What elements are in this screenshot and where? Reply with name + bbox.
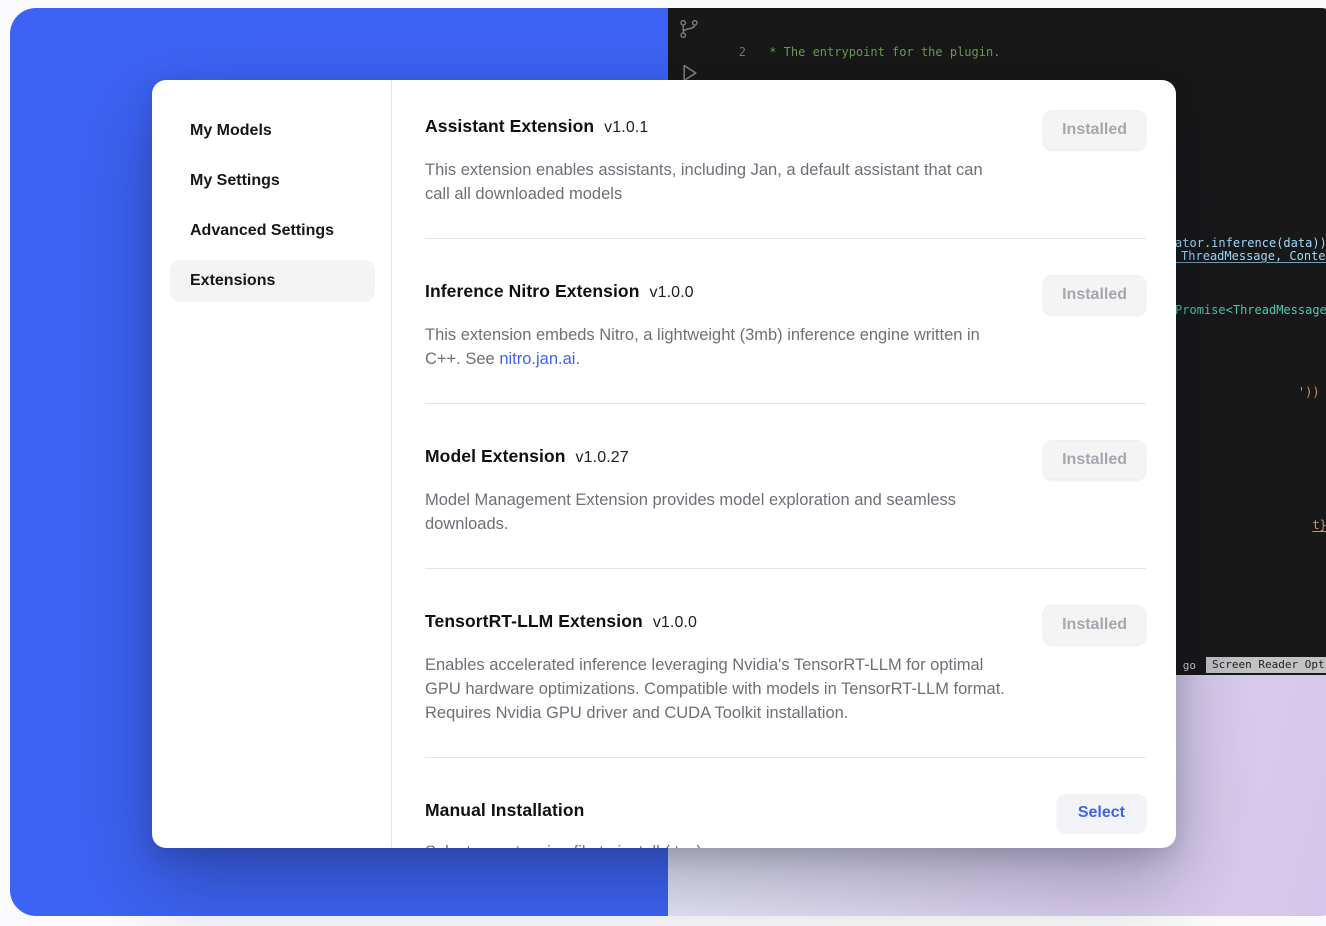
code-text: * The entrypoint for the plugin.	[762, 44, 1000, 61]
extension-version: v1.0.0	[653, 614, 697, 631]
row-divider	[425, 238, 1146, 239]
extension-description: This extension enables assistants, inclu…	[425, 158, 1005, 206]
extensions-panel: Assistant Extension v1.0.1 Installed This…	[392, 80, 1176, 848]
manual-installation-description: Select an extension file to install (.tg…	[425, 840, 1005, 848]
installed-button[interactable]: Installed	[1043, 110, 1146, 150]
sidebar-item-advanced-settings[interactable]: Advanced Settings	[170, 210, 375, 252]
screen-reader-badge: Screen Reader Optimized	[1206, 657, 1326, 673]
extension-version: v1.0.0	[650, 284, 694, 301]
extension-title: TensortRT-LLM Extension v1.0.0	[425, 605, 697, 632]
extension-description: Model Management Extension provides mode…	[425, 488, 1005, 536]
extension-row: Assistant Extension v1.0.1 Installed This…	[425, 110, 1146, 206]
row-divider	[425, 757, 1146, 758]
line-number: 2	[724, 44, 746, 61]
settings-modal: My Models My Settings Advanced Settings …	[152, 80, 1176, 848]
extension-name: Assistant Extension	[425, 116, 594, 136]
code-fragment: ')) {	[1298, 385, 1326, 399]
extension-name: TensortRT-LLM Extension	[425, 611, 643, 631]
extension-name: Inference Nitro Extension	[425, 281, 640, 301]
code-line: 2 * The entrypoint for the plugin.	[724, 44, 1326, 61]
extension-title: Model Extension v1.0.27	[425, 440, 629, 467]
extension-description: This extension embeds Nitro, a lightweig…	[425, 323, 1005, 371]
nitro-link[interactable]: nitro.jan.ai.	[499, 350, 580, 368]
sidebar-item-my-models[interactable]: My Models	[170, 110, 375, 152]
extension-description: Enables accelerated inference leveraging…	[425, 653, 1005, 725]
row-divider	[425, 403, 1146, 404]
code-fragment: Promise<ThreadMessage>	[1175, 303, 1326, 317]
manual-installation-title: Manual Installation	[425, 794, 584, 821]
row-divider	[425, 568, 1146, 569]
page: 2 * The entrypoint for the plugin. 3 */ …	[0, 0, 1326, 926]
extension-title: Inference Nitro Extension v1.0.0	[425, 275, 694, 302]
extension-row: Model Extension v1.0.27 Installed Model M…	[425, 440, 1146, 536]
extension-row: Inference Nitro Extension v1.0.0 Installe…	[425, 275, 1146, 371]
status-text: go	[1183, 659, 1196, 672]
installed-button[interactable]: Installed	[1043, 440, 1146, 480]
code-fragment: rator.inference(data));	[1168, 236, 1326, 250]
extension-version: v1.0.27	[576, 449, 629, 466]
installed-button[interactable]: Installed	[1043, 275, 1146, 315]
sidebar-item-extensions[interactable]: Extensions	[170, 260, 375, 302]
installed-button[interactable]: Installed	[1043, 605, 1146, 645]
extension-row: TensortRT-LLM Extensionv1.0.0 Installed …	[425, 605, 1146, 725]
extension-name: Model Extension	[425, 446, 566, 466]
manual-installation-row: Manual Installation Select Select an ext…	[425, 794, 1146, 848]
sidebar-item-my-settings[interactable]: My Settings	[170, 160, 375, 202]
settings-sidebar: My Models My Settings Advanced Settings …	[152, 80, 392, 848]
extension-version: v1.0.1	[604, 119, 648, 136]
select-button[interactable]: Select	[1057, 794, 1146, 832]
extension-title: Assistant Extension v1.0.1	[425, 110, 648, 137]
code-fragment: t}`	[1312, 518, 1326, 532]
source-control-icon	[678, 18, 700, 40]
